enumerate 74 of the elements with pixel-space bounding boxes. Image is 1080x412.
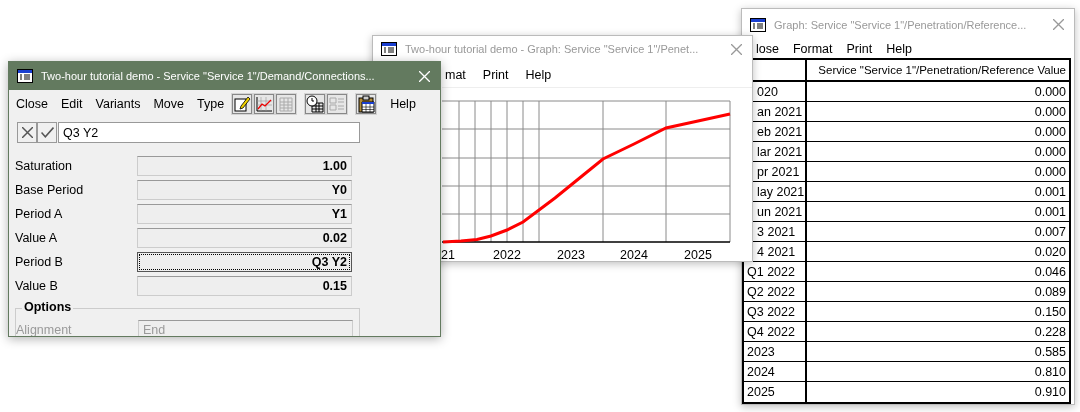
menu-item[interactable]: Move [153, 97, 185, 111]
table-cell-text: 0.020 [1033, 243, 1067, 261]
field-label: Saturation [15, 158, 73, 173]
confirm-button[interactable] [37, 122, 57, 143]
grid-icon[interactable] [276, 94, 297, 114]
field-label: Period A [15, 206, 64, 221]
field-label: Base Period [15, 182, 85, 197]
field-label: Alignment [16, 322, 73, 336]
value-field[interactable]: 1.00 [137, 155, 352, 176]
close-icon[interactable] [729, 41, 744, 57]
table-cell-text: 0.000 [1033, 123, 1067, 141]
axis-label: 2025 [684, 248, 712, 262]
row-header: 2023 [744, 342, 807, 361]
table-cell-text: 0.001 [1033, 203, 1067, 221]
row-header: Q3 2022 [744, 302, 807, 321]
input-field[interactable]: Q3 Y2 [58, 122, 360, 143]
row-header: 2025 [744, 382, 807, 402]
table-cell-text: 0.000 [1033, 103, 1067, 121]
line-chart-icon[interactable] [254, 94, 275, 114]
table-cell-text: 0.046 [1033, 263, 1067, 281]
window-title: Graph: Service "Service 1"/Penetration/Reference... [774, 18, 1028, 31]
edit-icon[interactable] [232, 94, 253, 114]
close-icon[interactable] [417, 68, 432, 84]
value-field[interactable]: Y1 [137, 203, 352, 224]
clipboard-icon[interactable] [356, 94, 377, 114]
table-cell-text: 0.001 [1033, 183, 1067, 201]
menu-item[interactable]: Type [197, 97, 225, 111]
menu-item[interactable]: Help [390, 97, 416, 111]
check-icon [40, 127, 54, 138]
table-cell-text: 0.228 [1033, 323, 1067, 341]
app-icon [750, 17, 766, 32]
row-header: Q4 2022 [744, 322, 807, 341]
field-label: Value B [15, 278, 59, 293]
group-title: Options [22, 300, 74, 314]
axis-label: 21 [441, 248, 455, 262]
menu-item[interactable]: Print [846, 42, 873, 56]
table-cell-text: 0.585 [1033, 343, 1067, 361]
table-cell-text: 0.910 [1033, 384, 1067, 401]
menu-item[interactable]: Help [886, 42, 912, 56]
menu-item[interactable]: mat [445, 67, 466, 82]
clock-grid-icon[interactable] [305, 94, 326, 114]
menu-item[interactable]: Format [792, 42, 833, 56]
app-icon [17, 69, 33, 83]
table-cell-text: 0.089 [1033, 283, 1067, 301]
menu-item[interactable]: Variants [95, 97, 141, 111]
menu-item[interactable]: Close [16, 97, 48, 111]
close-icon [21, 127, 33, 138]
row-header: Q2 2022 [744, 282, 807, 301]
app-icon [381, 42, 397, 56]
table-cell-text: 0.000 [1033, 143, 1067, 161]
column-header: Service "Service 1"/Penetration/Reference Value [817, 63, 1067, 78]
axis-label: 2022 [493, 248, 521, 262]
row-header: 2024 [744, 362, 807, 381]
table-cell-text: 0.810 [1033, 363, 1067, 381]
field-label: Period B [15, 254, 64, 269]
table-cell-text: 0.000 [1033, 83, 1067, 101]
value-field[interactable]: 0.15 [137, 275, 352, 296]
menu-item[interactable]: lose [756, 42, 779, 56]
menu-item[interactable]: Print [482, 67, 509, 82]
table-cell-text: 0.150 [1033, 303, 1067, 321]
value-field[interactable]: Y0 [137, 179, 352, 200]
menu-item[interactable]: Edit [60, 97, 83, 111]
value-field[interactable]: 0.02 [137, 227, 352, 248]
cancel-button[interactable] [17, 122, 37, 143]
value-field[interactable]: Q3 Y2 [137, 251, 352, 272]
menu-item[interactable]: Help [525, 67, 552, 82]
window-title: Two-hour tutorial demo - Service "Service 1"/Demand/Connections... [41, 70, 376, 82]
axis-label: 2023 [557, 248, 585, 262]
field-label: Value A [15, 230, 59, 245]
table-cell-text: 0.000 [1033, 163, 1067, 181]
table-cell-text: 0.007 [1033, 223, 1067, 241]
window-title: Two-hour tutorial demo - Graph: Service "Service 1"/Penet... [405, 43, 700, 55]
axis-label: 2024 [620, 248, 648, 262]
close-icon[interactable] [1051, 17, 1066, 32]
